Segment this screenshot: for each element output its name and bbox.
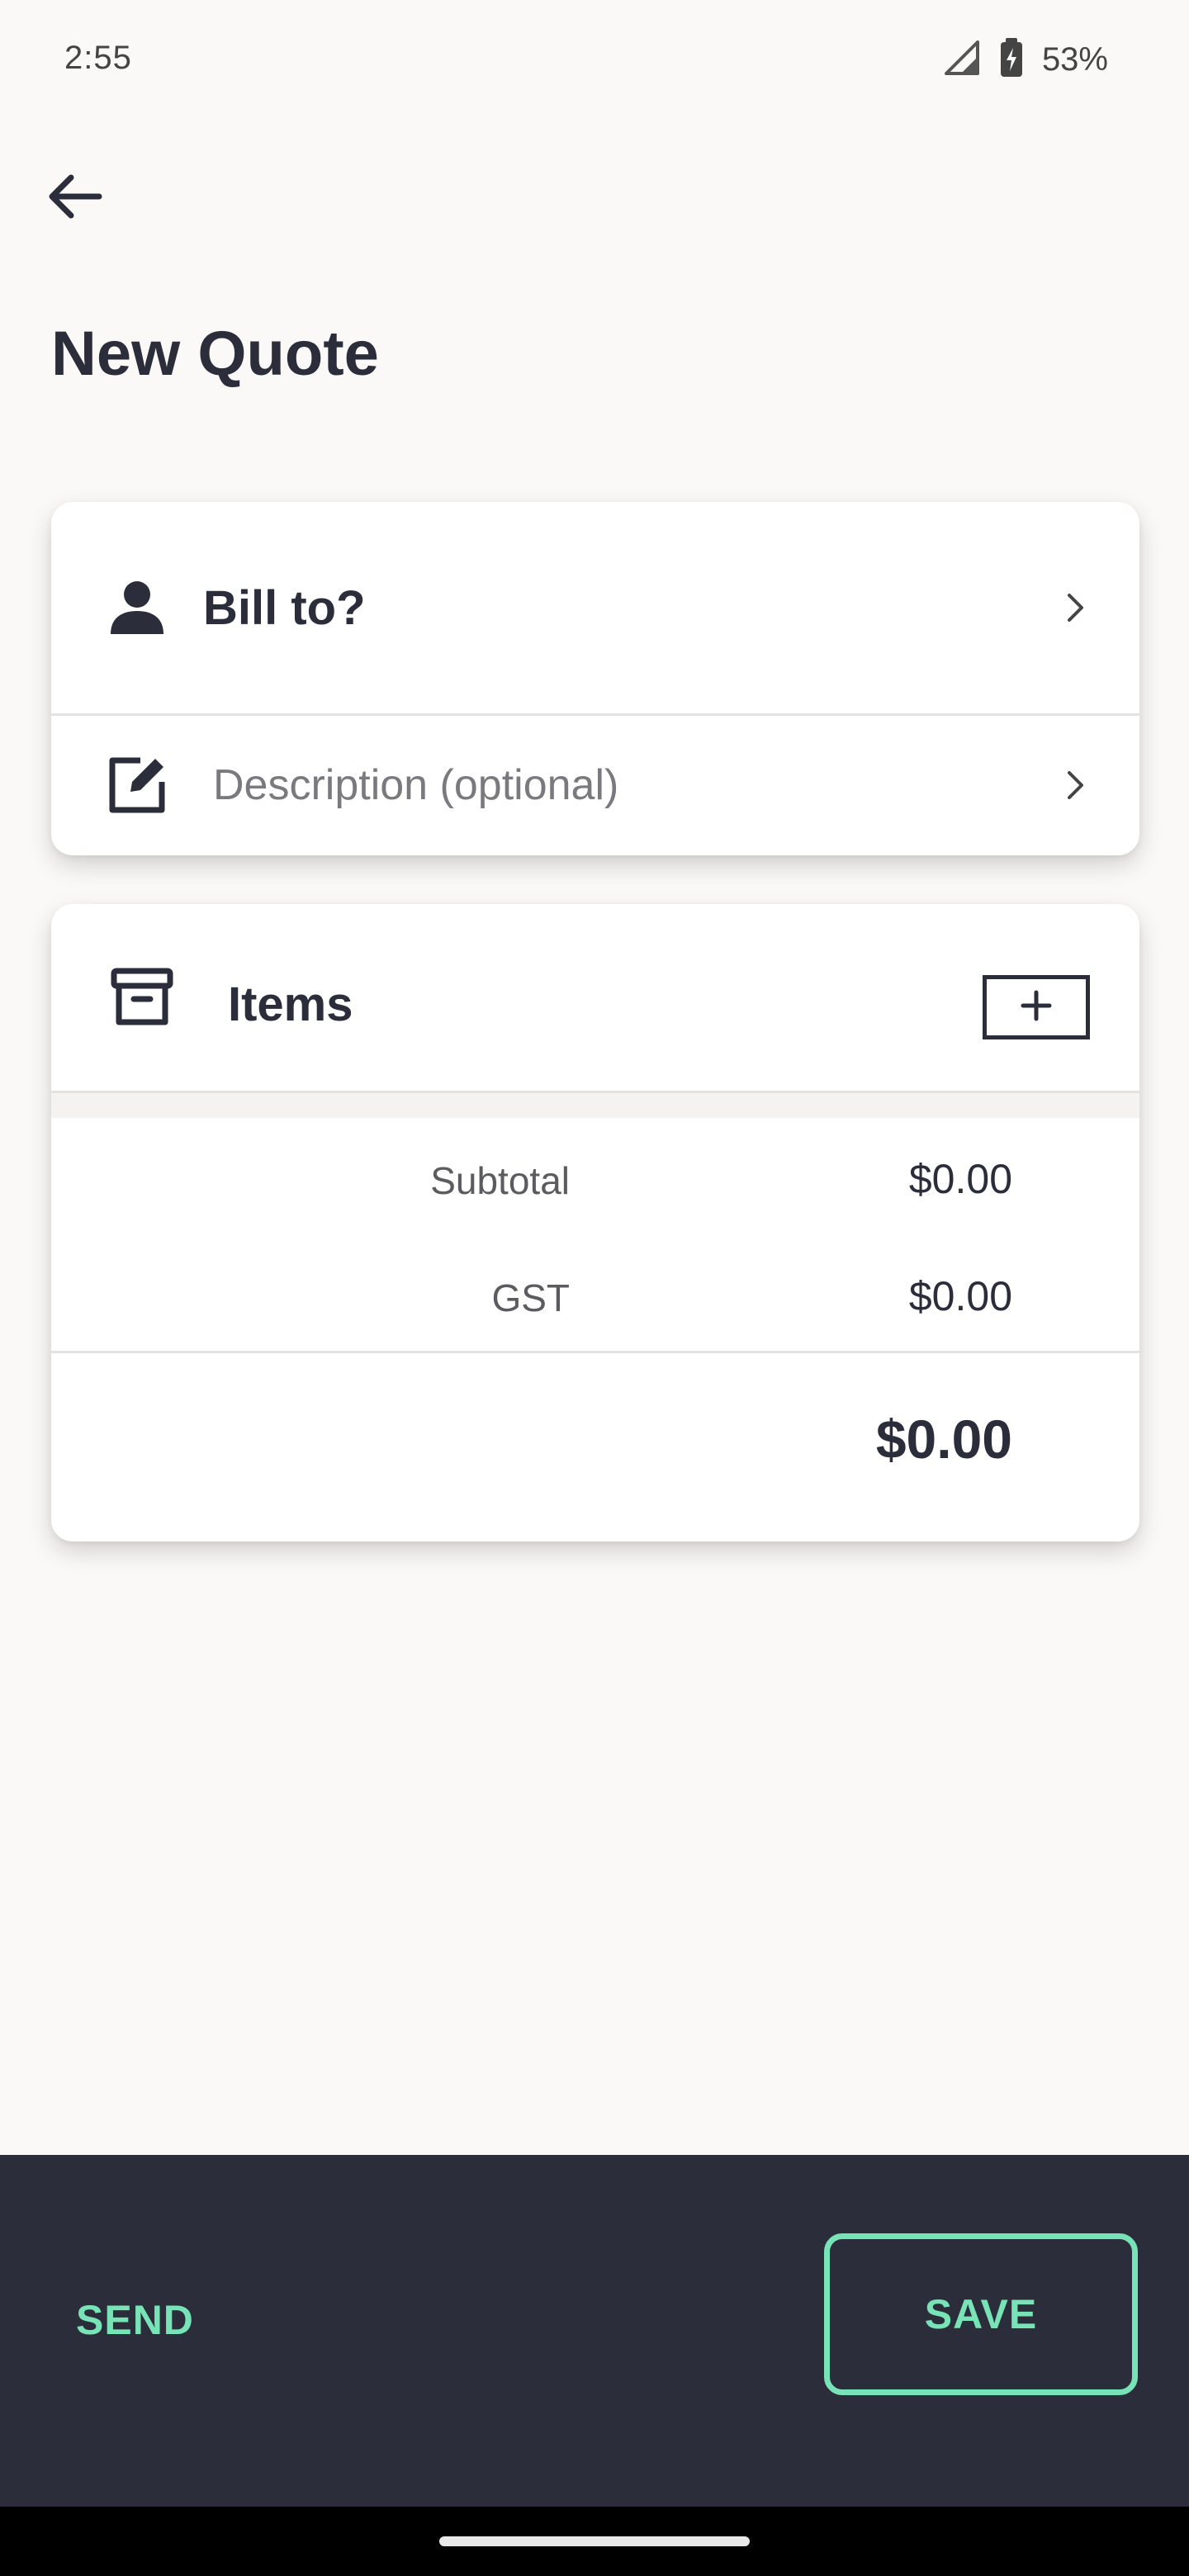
home-gesture-handle[interactable]	[439, 2536, 750, 2546]
status-time: 2:55	[64, 40, 132, 76]
description-row[interactable]: Description (optional)	[51, 715, 1139, 855]
items-list-empty	[51, 1093, 1139, 1118]
total-row: $0.00	[51, 1399, 1139, 1490]
subtotal-row: Subtotal $0.00	[51, 1145, 1139, 1211]
add-item-button[interactable]	[983, 975, 1090, 1039]
save-button[interactable]: SAVE	[824, 2233, 1138, 2395]
items-header: Items	[51, 904, 1139, 1091]
tax-value: $0.00	[908, 1273, 1012, 1319]
send-button[interactable]: SEND	[50, 2271, 215, 2370]
navigation-bar	[0, 2507, 1189, 2576]
subtotal-label: Subtotal	[430, 1159, 570, 1202]
bill-card: Bill to? Description (optional)	[51, 502, 1139, 855]
battery-percent: 53%	[1041, 41, 1108, 78]
bill-to-label: Bill to?	[203, 580, 366, 635]
subtotal-value: $0.00	[908, 1156, 1012, 1202]
page-title: New Quote	[51, 319, 379, 389]
items-title: Items	[228, 978, 353, 1031]
tax-row: GST $0.00	[51, 1262, 1139, 1328]
items-card: Items Subtotal $0.00 GST $0.00 $0.00	[51, 904, 1139, 1541]
status-bar: 2:55 53%	[0, 0, 1189, 116]
bottom-action-bar: SEND SAVE	[0, 2155, 1189, 2507]
divider	[51, 1351, 1139, 1353]
edit-icon	[97, 746, 177, 825]
status-icons: 53%	[943, 38, 1108, 82]
bill-to-row[interactable]: Bill to?	[51, 502, 1139, 713]
description-placeholder: Description (optional)	[213, 761, 619, 809]
battery-charging-icon	[999, 38, 1024, 82]
arrow-left-icon	[41, 163, 107, 234]
archive-box-icon	[102, 958, 182, 1037]
chevron-right-icon	[1050, 583, 1100, 632]
plus-icon	[1020, 989, 1053, 1026]
person-icon	[97, 568, 177, 647]
chevron-right-icon	[1050, 760, 1100, 810]
signal-icon	[943, 39, 981, 81]
tax-label: GST	[491, 1276, 570, 1319]
back-button[interactable]	[33, 157, 116, 239]
total-value: $0.00	[875, 1409, 1012, 1470]
